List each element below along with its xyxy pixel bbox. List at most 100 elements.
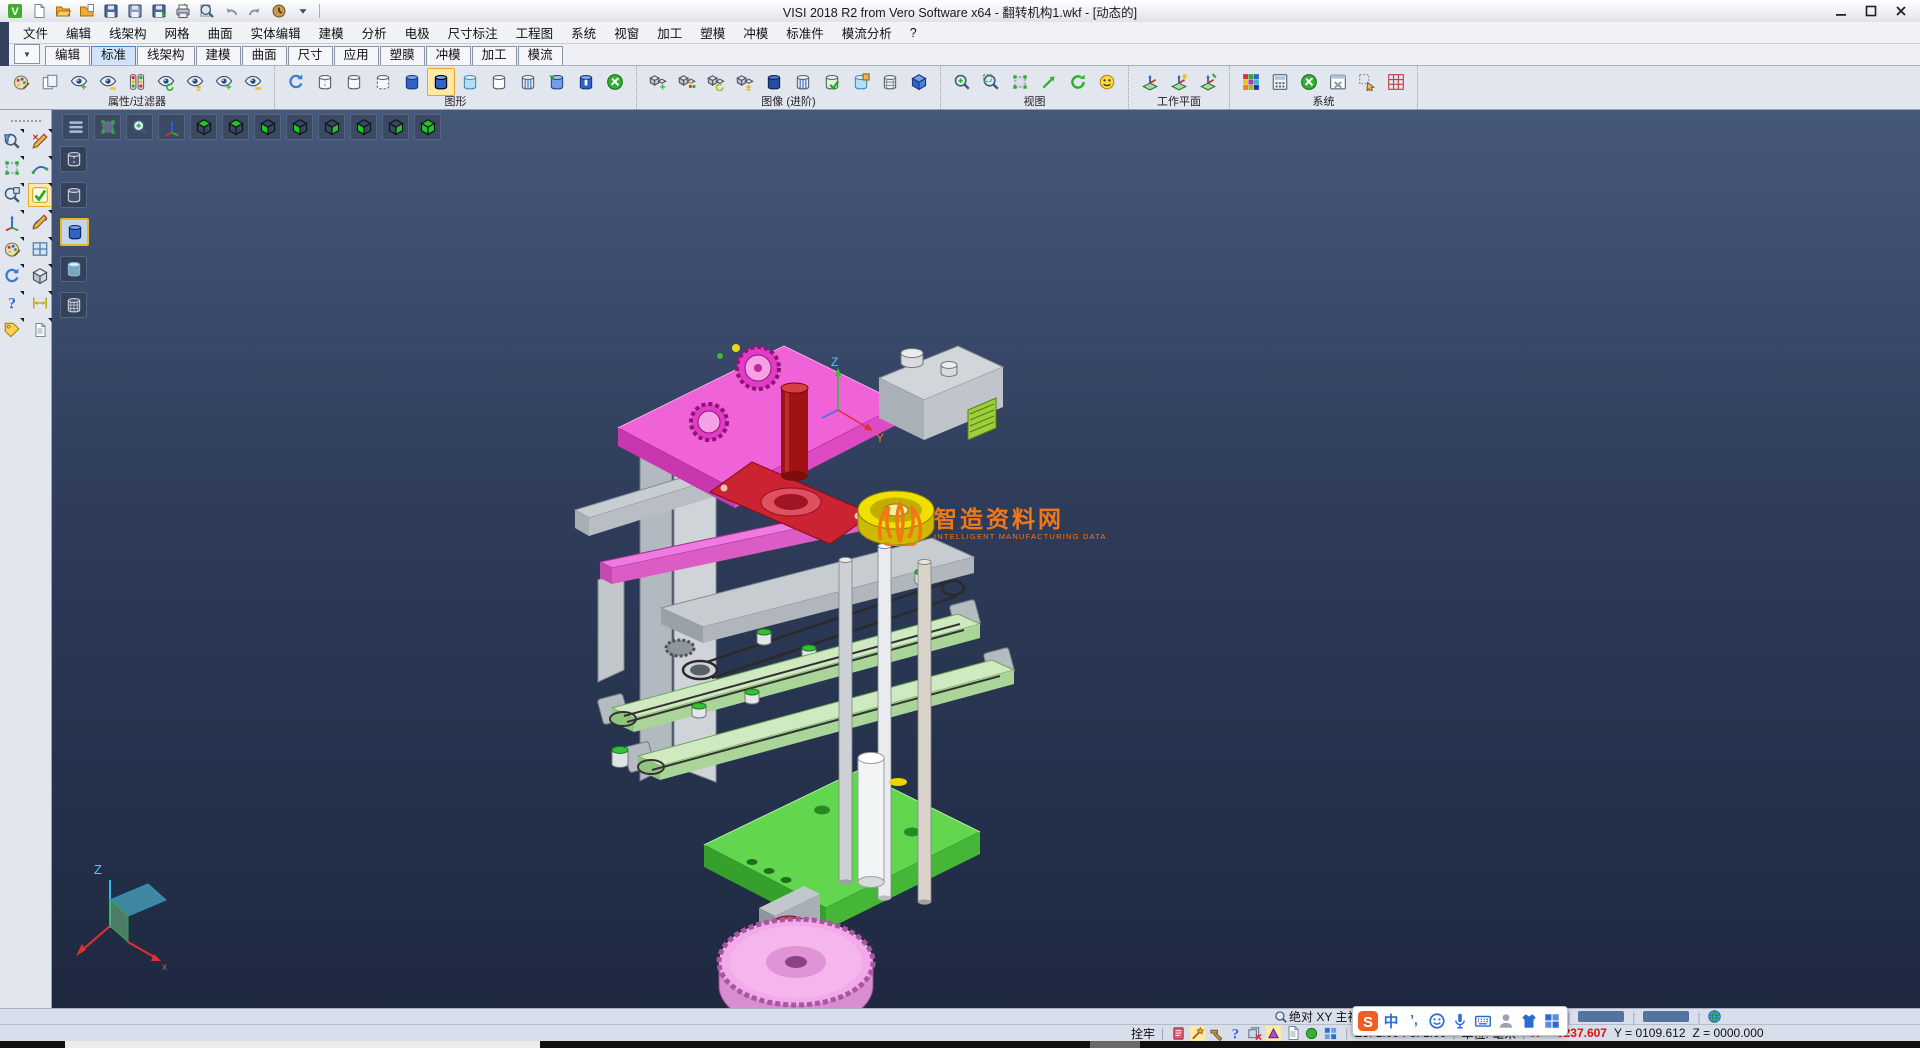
view-cube-front-icon[interactable] [350, 114, 377, 140]
workplane-create-icon[interactable] [1136, 68, 1164, 96]
menu-item-16[interactable]: 标准件 [777, 21, 833, 44]
save-as-icon[interactable] [124, 1, 146, 21]
sheet-icon[interactable] [1284, 1026, 1301, 1041]
traffic-light-icon[interactable] [123, 68, 151, 96]
help-icon[interactable]: ? [1227, 1026, 1244, 1041]
menu-item-14[interactable]: 塑模 [691, 21, 734, 44]
quickbar-dropdown-icon[interactable] [292, 1, 314, 21]
wand-icon[interactable] [1189, 1026, 1206, 1041]
eye-refresh-icon[interactable] [152, 68, 180, 96]
selection-frame-icon[interactable] [94, 114, 121, 140]
grid-settings-icon[interactable] [1382, 68, 1410, 96]
view-cube-right-icon[interactable] [318, 114, 345, 140]
display-mesh-icon[interactable] [60, 292, 87, 318]
zoom-indicator-icon[interactable] [1272, 1009, 1289, 1024]
close-button[interactable] [1886, 2, 1916, 21]
image-refresh-icon[interactable] [702, 68, 730, 96]
snap-icon[interactable] [1303, 1026, 1320, 1041]
open-file-icon[interactable] [52, 1, 74, 21]
menu-item-5[interactable]: 实体编辑 [242, 21, 310, 44]
menu-item-11[interactable]: 系统 [562, 21, 605, 44]
workplane-move-icon[interactable] [1165, 68, 1193, 96]
layer-swatch-1[interactable] [1578, 1011, 1624, 1022]
eye-add-icon[interactable]: + [65, 68, 93, 96]
cylinder-striped-icon[interactable] [789, 68, 817, 96]
minimize-button[interactable] [1826, 2, 1856, 21]
measure-icon[interactable] [29, 292, 51, 314]
cylinder-shaded-edges-icon[interactable] [427, 68, 455, 96]
zoom-extents-icon[interactable] [1006, 68, 1034, 96]
zoom-in-icon[interactable] [948, 68, 976, 96]
menu-item-1[interactable]: 编辑 [57, 21, 100, 44]
tag-icon[interactable] [1, 319, 23, 341]
image-add-icon[interactable]: + [644, 68, 672, 96]
zoom-dynamic-icon[interactable] [126, 114, 153, 140]
viewport-menu-icon[interactable] [62, 114, 89, 140]
os-taskbar[interactable] [0, 1041, 1920, 1048]
eye-minus-icon[interactable] [239, 68, 267, 96]
voice-icon[interactable] [1450, 1011, 1470, 1031]
toolbar-grip[interactable] [11, 120, 41, 122]
eye-plus-icon[interactable]: + [210, 68, 238, 96]
options-window-icon[interactable] [1324, 68, 1352, 96]
preview-icon[interactable] [196, 1, 218, 21]
tab-5[interactable]: 尺寸 [288, 46, 333, 65]
view-cube-shaded-icon[interactable] [414, 114, 441, 140]
tab-3[interactable]: 建模 [196, 46, 241, 65]
display-shaded-icon[interactable] [60, 218, 89, 246]
account-icon[interactable] [1496, 1011, 1516, 1031]
selection-box-icon[interactable] [1, 157, 23, 179]
view-cube-top-icon[interactable] [222, 114, 249, 140]
grid-icon[interactable] [1322, 1026, 1339, 1041]
menu-item-0[interactable]: 文件 [14, 21, 57, 44]
tab-0[interactable]: 编辑 [45, 46, 90, 65]
help-icon[interactable]: ? [1, 292, 23, 314]
globe-icon[interactable] [1706, 1009, 1723, 1024]
history-icon[interactable] [268, 1, 290, 21]
cylinder-copy-icon[interactable] [847, 68, 875, 96]
layer-swatch-2[interactable] [1643, 1011, 1689, 1022]
tab-7[interactable]: 塑膜 [380, 46, 425, 65]
cylinder-combine-icon[interactable] [543, 68, 571, 96]
menu-item-3[interactable]: 网格 [156, 21, 199, 44]
print-icon[interactable] [172, 1, 194, 21]
eye-toggle-icon[interactable]: ± [181, 68, 209, 96]
punctuation-icon[interactable]: ’, [1404, 1011, 1424, 1031]
hammer-icon[interactable] [1208, 1026, 1225, 1041]
cylinder-hidden-line-icon[interactable] [340, 68, 368, 96]
cylinder-mesh-icon[interactable] [876, 68, 904, 96]
tab-9[interactable]: 加工 [472, 46, 517, 65]
attributes-palette-icon[interactable] [1, 238, 23, 260]
pyramid-icon[interactable] [1265, 1026, 1282, 1041]
notes-icon[interactable] [1170, 1026, 1187, 1041]
package-x-icon[interactable] [1246, 1026, 1263, 1041]
new-file-icon[interactable] [28, 1, 50, 21]
layout-window-icon[interactable] [29, 238, 51, 260]
menu-item-17[interactable]: 模流分析 [833, 21, 901, 44]
workplane-align-icon[interactable] [1194, 68, 1222, 96]
menu-item-7[interactable]: 分析 [353, 21, 396, 44]
redo-icon[interactable] [244, 1, 266, 21]
ucs-icon[interactable] [1, 211, 23, 233]
model-red-cylinder[interactable] [781, 383, 808, 481]
tab-dropdown-button[interactable]: ▼ [14, 44, 40, 64]
menu-item-9[interactable]: 尺寸标注 [439, 21, 507, 44]
view-cube-bottom-icon[interactable] [254, 114, 281, 140]
display-hidden-line-icon[interactable] [60, 182, 87, 208]
lock-label[interactable]: 拴牢 [1131, 1025, 1155, 1042]
cylinder-wireframe-icon[interactable] [311, 68, 339, 96]
menu-item-4[interactable]: 曲面 [199, 21, 242, 44]
model-bottom-gear[interactable] [719, 919, 873, 1008]
cylinder-dark-icon[interactable] [760, 68, 788, 96]
maximize-button[interactable] [1856, 2, 1886, 21]
display-wireframe-icon[interactable] [60, 146, 87, 172]
model-upper-unit[interactable] [879, 346, 1003, 440]
view-face-icon[interactable] [1093, 68, 1121, 96]
view-cube-back-icon[interactable] [382, 114, 409, 140]
eye-remove-icon[interactable] [94, 68, 122, 96]
menu-item-12[interactable]: 视窗 [605, 21, 648, 44]
cylinder-edit-icon[interactable] [572, 68, 600, 96]
notes-sheet-icon[interactable] [29, 319, 51, 341]
import-file-icon[interactable] [76, 1, 98, 21]
menu-item-8[interactable]: 电极 [396, 21, 439, 44]
